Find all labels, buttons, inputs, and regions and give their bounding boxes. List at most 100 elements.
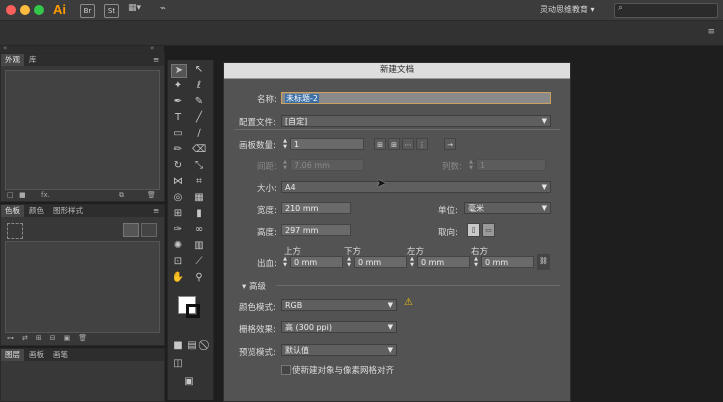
width-tool-icon[interactable]: ⋈ <box>171 176 185 188</box>
lasso-tool-icon[interactable]: ℓ <box>192 80 206 92</box>
curvature-tool-icon[interactable]: ✎ <box>192 96 206 108</box>
add-fill-icon[interactable]: ■ <box>19 191 26 199</box>
eraser-tool-icon[interactable]: ⌫ <box>192 144 206 156</box>
hand-tool-icon[interactable]: ✋ <box>171 272 185 284</box>
profile-select[interactable]: [自定] ▼ <box>281 115 551 127</box>
tab-color[interactable]: 颜色 <box>25 205 48 217</box>
arrange-documents-icon[interactable]: ▦▾ <box>128 3 150 16</box>
workspace-switcher[interactable]: 灵动思维教育 ▾ <box>540 4 595 15</box>
landscape-orientation-icon[interactable]: ▭ <box>482 223 495 237</box>
minimize-window-button[interactable] <box>20 5 30 15</box>
slice-tool-icon[interactable]: ⟋ <box>192 256 206 268</box>
gradient-tool-icon[interactable]: ▮ <box>192 208 206 220</box>
swatches-grid <box>5 241 160 333</box>
stroke-color-swatch[interactable] <box>186 304 200 318</box>
gpu-performance-icon[interactable]: ⌁ <box>160 3 174 16</box>
fill-stroke-swatch-icon[interactable] <box>7 223 23 239</box>
scale-tool-icon[interactable]: ⤡ <box>192 160 206 172</box>
bleed-left-input[interactable]: 0 mm <box>417 256 470 268</box>
bleed-top-input[interactable]: 0 mm <box>290 256 343 268</box>
eyedropper-tool-icon[interactable]: ✑ <box>171 224 185 236</box>
draw-normal-icon[interactable]: ◫ <box>171 358 185 370</box>
arrange-by-row-icon[interactable]: ⋯ <box>402 138 414 150</box>
tab-appearance[interactable]: 外观 <box>1 54 24 66</box>
appearance-list <box>5 70 160 190</box>
document-name-input[interactable]: 未标题-2 <box>281 92 551 104</box>
zoom-tool-icon[interactable]: ⚲ <box>192 272 206 284</box>
grid-by-column-icon[interactable]: ⊞ <box>388 138 400 150</box>
screen-mode-icon[interactable]: ▣ <box>182 376 196 388</box>
artboards-input[interactable]: 1 <box>290 138 364 150</box>
close-window-button[interactable] <box>6 5 16 15</box>
tab-layers[interactable]: 图层 <box>1 349 24 361</box>
arrange-by-column-icon[interactable]: ⋮ <box>416 138 428 150</box>
bleed-left-stepper[interactable]: ▲ ▼ <box>408 256 416 268</box>
link-bleed-icon[interactable]: ⛓ <box>537 254 550 270</box>
portrait-orientation-icon[interactable]: ▯ <box>467 223 480 237</box>
bleed-right-input[interactable]: 0 mm <box>481 256 534 268</box>
paintbrush-tool-icon[interactable]: ∕ <box>192 128 206 140</box>
direct-selection-tool-icon[interactable]: ↖ <box>192 64 206 76</box>
color-mode-select[interactable]: RGB ▼ <box>281 299 397 311</box>
color-mode-icon[interactable]: ■ <box>171 340 185 352</box>
control-bar-menu-icon[interactable]: ≡ <box>707 27 715 37</box>
advanced-toggle[interactable]: ▾ 高级 <box>242 280 266 292</box>
collapse-dock-icon[interactable]: « <box>150 44 154 52</box>
swatch-footer-icons[interactable]: ⊶⇄⊞⊟▣🗑 <box>7 334 95 342</box>
width-input[interactable]: 210 mm <box>281 202 351 214</box>
bleed-bottom-stepper[interactable]: ▲ ▼ <box>345 256 353 268</box>
perspective-grid-tool-icon[interactable]: ▦ <box>192 192 206 204</box>
bleed-bottom-input[interactable]: 0 mm <box>354 256 407 268</box>
units-select[interactable]: 毫米 ▼ <box>464 202 551 214</box>
add-stroke-icon[interactable]: □ <box>7 191 14 199</box>
zoom-window-button[interactable] <box>34 5 44 15</box>
type-tool-icon[interactable]: T <box>171 112 185 124</box>
spacing-input[interactable]: 7.06 mm <box>290 159 364 171</box>
columns-stepper[interactable]: ▲ ▼ <box>467 159 475 171</box>
column-graph-tool-icon[interactable]: ▥ <box>192 240 206 252</box>
raster-effects-select[interactable]: 高 (300 ppi) ▼ <box>281 321 397 333</box>
height-input[interactable]: 297 mm <box>281 224 351 236</box>
symbol-sprayer-tool-icon[interactable]: ✺ <box>171 240 185 252</box>
rectangle-tool-icon[interactable]: ▭ <box>171 128 185 140</box>
grid-view-icon[interactable] <box>141 223 157 237</box>
tab-libraries[interactable]: 库 <box>25 54 41 66</box>
panel-menu-icon[interactable]: ≡ <box>149 54 163 66</box>
right-to-left-icon[interactable]: → <box>444 138 456 150</box>
add-effect-button[interactable]: fx. <box>41 191 50 199</box>
tab-graphic-styles[interactable]: 图形样式 <box>49 205 87 217</box>
size-select[interactable]: A4 ▼ <box>281 181 551 193</box>
line-tool-icon[interactable]: ╱ <box>192 112 206 124</box>
selection-tool-icon[interactable]: ➤ <box>171 64 187 78</box>
spacing-stepper[interactable]: ▲ ▼ <box>281 159 289 171</box>
blend-tool-icon[interactable]: ∞ <box>192 224 206 236</box>
tab-brushes[interactable]: 画笔 <box>49 349 72 361</box>
bridge-icon[interactable]: Br <box>80 4 95 18</box>
artboard-tool-icon[interactable]: ⊡ <box>171 256 185 268</box>
bleed-right-stepper[interactable]: ▲ ▼ <box>472 256 480 268</box>
list-view-icon[interactable] <box>123 223 139 237</box>
tab-swatches[interactable]: 色板 <box>1 205 24 217</box>
none-mode-icon[interactable]: ⃠ <box>199 340 213 352</box>
pen-tool-icon[interactable]: ✒ <box>171 96 185 108</box>
gradient-mode-icon[interactable]: ▤ <box>185 340 199 352</box>
duplicate-item-icon[interactable]: ⧉ <box>119 191 124 200</box>
stock-icon[interactable]: St <box>104 4 119 18</box>
pencil-tool-icon[interactable]: ✏ <box>171 144 185 156</box>
shape-builder-tool-icon[interactable]: ◎ <box>171 192 185 204</box>
columns-input[interactable]: 1 <box>476 159 546 171</box>
artboards-stepper[interactable]: ▲ ▼ <box>281 138 289 150</box>
preview-mode-select[interactable]: 默认值 ▼ <box>281 344 397 356</box>
delete-item-icon[interactable]: 🗑 <box>147 191 156 199</box>
rotate-tool-icon[interactable]: ↻ <box>171 160 185 172</box>
free-transform-tool-icon[interactable]: ⌗ <box>192 176 206 188</box>
mesh-tool-icon[interactable]: ⊞ <box>171 208 185 220</box>
panel-menu-icon[interactable]: ≡ <box>149 205 163 217</box>
tab-artboards[interactable]: 画板 <box>25 349 48 361</box>
align-pixel-grid-checkbox[interactable] <box>281 365 291 375</box>
help-search-input[interactable]: ⌕ <box>614 3 718 18</box>
grid-by-row-icon[interactable]: ⊞ <box>374 138 386 150</box>
bleed-top-stepper[interactable]: ▲ ▼ <box>281 256 289 268</box>
collapse-panels-icon[interactable]: « <box>3 44 7 52</box>
magic-wand-tool-icon[interactable]: ✦ <box>171 80 185 92</box>
